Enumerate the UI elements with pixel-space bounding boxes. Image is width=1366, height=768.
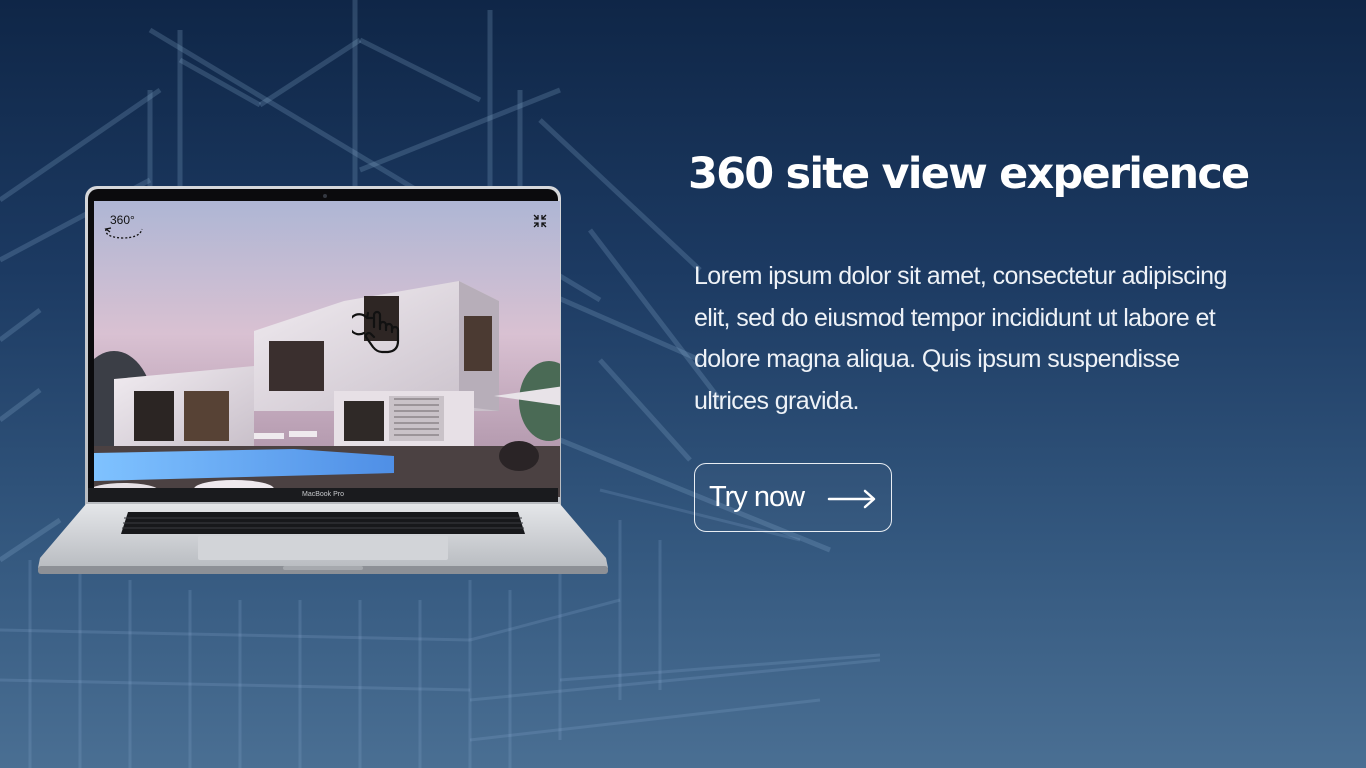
collapse-icon[interactable] <box>532 213 548 229</box>
laptop-mockup: 360° MacBook Pro <box>38 186 608 578</box>
hero-title: 360 site view experience <box>688 149 1250 199</box>
villa-render-image <box>94 201 560 497</box>
try-now-label: Try now <box>709 481 805 513</box>
camera-dot <box>323 194 327 198</box>
laptop-base <box>38 504 608 574</box>
laptop-bezel: 360° MacBook Pro <box>88 189 560 502</box>
laptop-brand-label: MacBook Pro <box>88 488 558 502</box>
laptop-screen-360-view[interactable]: 360° <box>94 201 560 497</box>
hand-drag-icon <box>348 307 406 355</box>
try-now-button[interactable]: Try now <box>694 463 892 532</box>
arrow-right-icon <box>827 489 876 509</box>
hero-description: Lorem ipsum dolor sit amet, consectetur … <box>694 262 1227 415</box>
laptop-lid: 360° MacBook Pro <box>85 186 561 506</box>
badge-360-text: 360° <box>110 213 135 227</box>
rotate-360-icon[interactable]: 360° <box>102 211 146 241</box>
